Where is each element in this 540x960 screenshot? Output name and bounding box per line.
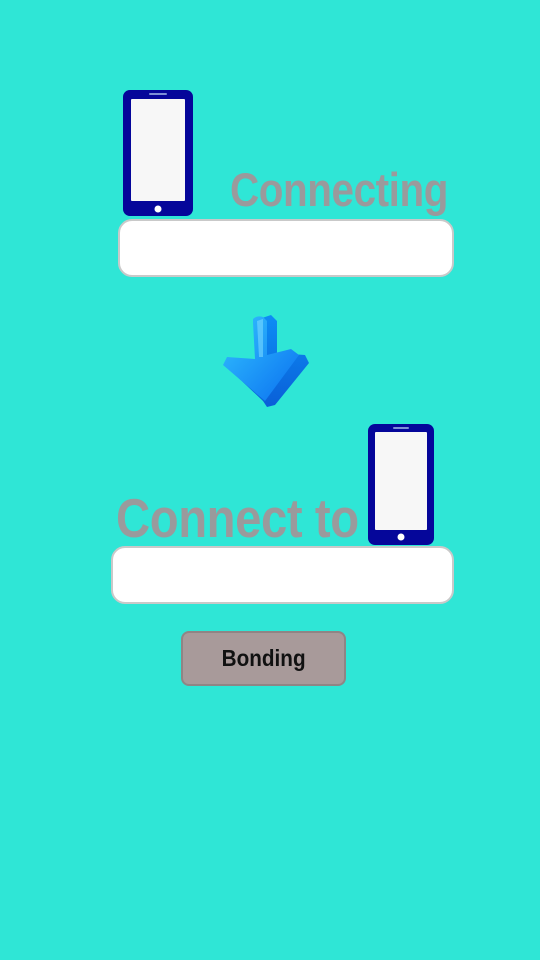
connect-to-label: Connect to: [116, 487, 359, 549]
arrow-down-icon: [223, 315, 309, 407]
bonding-button[interactable]: Bonding: [181, 631, 346, 686]
connecting-device-field[interactable]: [118, 219, 454, 277]
bonding-button-label: Bonding: [221, 645, 306, 671]
connecting-label: Connecting: [230, 163, 448, 216]
smartphone-icon: [368, 424, 434, 545]
smartphone-icon: [123, 90, 193, 216]
connect-to-device-field[interactable]: [111, 546, 454, 604]
